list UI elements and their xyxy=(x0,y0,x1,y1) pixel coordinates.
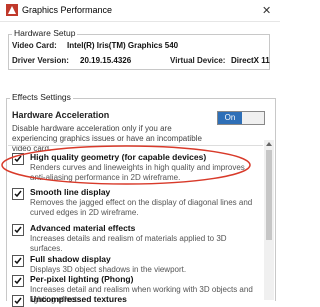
check-icon xyxy=(14,257,22,265)
item-title: Uncompressed textures xyxy=(30,294,127,304)
hardware-setup-legend: Hardware Setup xyxy=(12,28,78,38)
scrollbar[interactable] xyxy=(264,140,274,300)
app-icon xyxy=(6,4,18,16)
item-title: High quality geometry (for capable devic… xyxy=(30,152,207,162)
checkbox-high-quality-geometry[interactable] xyxy=(12,153,24,165)
item-title: Full shadow display xyxy=(30,254,111,264)
video-card-value: Intel(R) Iris(TM) Graphics 540 xyxy=(67,41,179,50)
close-icon[interactable]: ✕ xyxy=(262,4,271,17)
check-icon xyxy=(14,226,22,234)
check-icon xyxy=(14,155,22,163)
checkbox-per-pixel-lighting[interactable] xyxy=(12,275,24,287)
virtual-device-label: Virtual Device: xyxy=(170,56,226,65)
item-desc: Increases details and realism of materia… xyxy=(30,234,227,253)
driver-version-value: 20.19.15.4326 xyxy=(80,56,132,65)
effects-list: High quality geometry (for capable devic… xyxy=(8,145,263,307)
window-title: Graphics Performance xyxy=(22,5,113,15)
checkbox-smooth-line-display[interactable] xyxy=(12,188,24,200)
item-desc: Renders curves and lineweights in high q… xyxy=(30,163,245,182)
virtual-device-value: DirectX 11 xyxy=(231,56,270,65)
checkbox-advanced-material-effects[interactable] xyxy=(12,224,24,236)
item-title: Per-pixel lighting (Phong) xyxy=(30,274,134,284)
video-card-row: Video Card: xyxy=(12,41,57,50)
item-title: Smooth line display xyxy=(30,187,111,197)
driver-version-label: Driver Version: xyxy=(12,56,69,65)
title-bar: Graphics Performance ✕ xyxy=(0,0,280,22)
toggle-on-label: On xyxy=(218,112,242,124)
hardware-acceleration-toggle[interactable]: On xyxy=(217,111,265,125)
check-icon xyxy=(14,190,22,198)
check-icon xyxy=(14,277,22,285)
item-title: Advanced material effects xyxy=(30,223,136,233)
video-card-label: Video Card: xyxy=(12,41,57,50)
effects-settings-legend: Effects Settings xyxy=(10,92,73,102)
scrollbar-thumb[interactable] xyxy=(266,150,272,240)
checkbox-full-shadow-display[interactable] xyxy=(12,255,24,267)
scroll-up-arrow-icon[interactable] xyxy=(266,142,272,146)
checkbox-uncompressed-textures[interactable] xyxy=(12,295,24,307)
hardware-acceleration-title: Hardware Acceleration xyxy=(12,110,110,120)
check-icon xyxy=(14,297,22,305)
item-desc: Removes the jagged effect on the display… xyxy=(30,198,253,217)
